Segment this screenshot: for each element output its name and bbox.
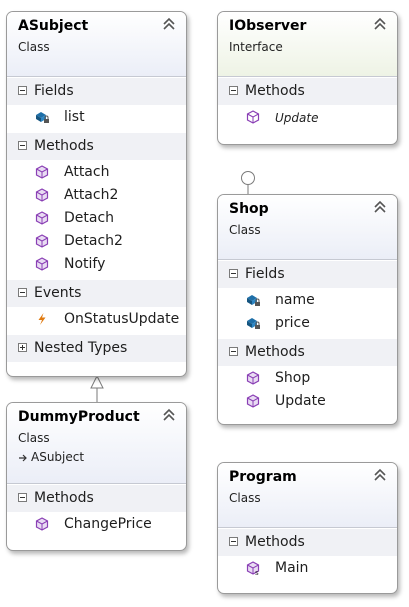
abstract-method-cube-icon bbox=[246, 110, 260, 124]
field-item[interactable]: price bbox=[218, 312, 397, 335]
section-label: Methods bbox=[34, 138, 94, 154]
class-kind: Class bbox=[229, 223, 261, 237]
section-label: Fields bbox=[34, 83, 74, 99]
class-kind: Class bbox=[18, 40, 50, 54]
section-label: Fields bbox=[245, 266, 285, 282]
method-cube-icon bbox=[35, 188, 49, 202]
inherits-arrow-icon bbox=[19, 454, 27, 462]
event-name: OnStatusUpdate bbox=[64, 311, 180, 327]
method-item[interactable]: Update bbox=[218, 106, 397, 129]
methods-section-header[interactable]: Methods bbox=[7, 132, 186, 160]
methods-section-header[interactable]: Methods bbox=[218, 338, 397, 366]
collapse-chevrons-icon[interactable] bbox=[373, 468, 387, 482]
method-item[interactable]: Notify bbox=[7, 253, 186, 276]
method-item[interactable]: Detach bbox=[7, 207, 186, 230]
section-collapse-icon[interactable] bbox=[229, 86, 238, 95]
class-kind: Class bbox=[18, 431, 50, 445]
dummyproduct-header: DummyProduct Class ASubject bbox=[7, 403, 186, 484]
method-item[interactable]: Attach bbox=[7, 161, 186, 184]
method-cube-icon bbox=[35, 211, 49, 225]
method-name: Notify bbox=[64, 256, 106, 272]
program-class-box[interactable]: Program Class Methods s Main bbox=[217, 462, 398, 594]
collapse-chevrons-icon[interactable] bbox=[162, 17, 176, 31]
field-name: list bbox=[64, 109, 85, 125]
static-method-cube-icon: s bbox=[246, 561, 260, 575]
section-expand-icon[interactable] bbox=[18, 343, 27, 352]
method-name: ChangePrice bbox=[64, 516, 152, 532]
section-collapse-icon[interactable] bbox=[18, 288, 27, 297]
method-cube-icon bbox=[246, 371, 260, 385]
section-label: Methods bbox=[245, 344, 305, 360]
section-collapse-icon[interactable] bbox=[18, 141, 27, 150]
base-class-name[interactable]: ASubject bbox=[31, 450, 84, 464]
method-item[interactable]: ChangePrice bbox=[7, 513, 186, 536]
class-name: ASubject bbox=[18, 18, 89, 34]
shop-class-box[interactable]: Shop Class Fields name price Methods Sho… bbox=[217, 194, 398, 425]
method-name: Detach bbox=[64, 210, 115, 226]
section-label: Methods bbox=[245, 83, 305, 99]
method-name: Main bbox=[275, 560, 309, 576]
section-label: Events bbox=[34, 285, 82, 301]
method-name: Attach bbox=[64, 164, 110, 180]
fields-section-header[interactable]: Fields bbox=[7, 77, 186, 105]
method-cube-icon bbox=[35, 165, 49, 179]
method-cube-icon bbox=[35, 517, 49, 531]
method-item[interactable]: Attach2 bbox=[7, 184, 186, 207]
class-kind: Class bbox=[229, 491, 261, 505]
method-cube-icon bbox=[35, 257, 49, 271]
shop-header: Shop Class bbox=[218, 195, 397, 260]
method-cube-icon bbox=[35, 234, 49, 248]
section-collapse-icon[interactable] bbox=[229, 269, 238, 278]
section-label: Nested Types bbox=[34, 340, 128, 356]
section-collapse-icon[interactable] bbox=[229, 537, 238, 546]
private-field-icon bbox=[247, 295, 260, 306]
section-collapse-icon[interactable] bbox=[18, 493, 27, 502]
field-name: price bbox=[275, 315, 310, 331]
section-label: Methods bbox=[245, 534, 305, 550]
method-name: Attach2 bbox=[64, 187, 119, 203]
section-collapse-icon[interactable] bbox=[229, 347, 238, 356]
field-item[interactable]: list bbox=[7, 106, 186, 129]
methods-section-header[interactable]: Methods bbox=[218, 528, 397, 556]
field-name: name bbox=[275, 292, 315, 308]
method-name: Shop bbox=[275, 370, 311, 386]
method-item[interactable]: Detach2 bbox=[7, 230, 186, 253]
method-name: Update bbox=[275, 111, 319, 125]
class-name: Program bbox=[229, 469, 297, 485]
private-field-icon bbox=[247, 318, 260, 329]
dummyproduct-class-box[interactable]: DummyProduct Class ASubject Methods Chan… bbox=[6, 402, 187, 551]
collapse-chevrons-icon[interactable] bbox=[162, 408, 176, 422]
collapse-chevrons-icon[interactable] bbox=[373, 200, 387, 214]
asubject-header: ASubject Class bbox=[7, 12, 186, 77]
interface-kind: Interface bbox=[229, 40, 283, 54]
section-label: Methods bbox=[34, 490, 94, 506]
interface-name: IObserver bbox=[229, 18, 307, 34]
class-name: DummyProduct bbox=[18, 409, 140, 425]
method-name: Update bbox=[275, 393, 326, 409]
section-collapse-icon[interactable] bbox=[18, 86, 27, 95]
method-cube-icon bbox=[246, 394, 260, 408]
nested-types-section-header[interactable]: Nested Types bbox=[7, 334, 186, 362]
method-name: Detach2 bbox=[64, 233, 123, 249]
events-section-header[interactable]: Events bbox=[7, 279, 186, 307]
methods-section-header[interactable]: Methods bbox=[218, 77, 397, 105]
methods-section-header[interactable]: Methods bbox=[7, 484, 186, 512]
private-field-icon bbox=[36, 112, 49, 123]
asubject-class-box[interactable]: ASubject Class Fields list Methods Attac… bbox=[6, 11, 187, 377]
iobserver-header: IObserver Interface bbox=[218, 12, 397, 77]
field-item[interactable]: name bbox=[218, 289, 397, 312]
method-item[interactable]: s Main bbox=[218, 557, 397, 580]
method-item[interactable]: Shop bbox=[218, 367, 397, 390]
event-item[interactable]: OnStatusUpdate bbox=[7, 308, 186, 331]
class-name: Shop bbox=[229, 201, 269, 217]
fields-section-header[interactable]: Fields bbox=[218, 260, 397, 288]
collapse-chevrons-icon[interactable] bbox=[373, 17, 387, 31]
event-lightning-icon bbox=[38, 313, 46, 325]
iobserver-interface-box[interactable]: IObserver Interface Methods Update bbox=[217, 11, 398, 145]
method-item[interactable]: Update bbox=[218, 390, 397, 413]
program-header: Program Class bbox=[218, 463, 397, 528]
svg-text:s: s bbox=[255, 569, 259, 575]
